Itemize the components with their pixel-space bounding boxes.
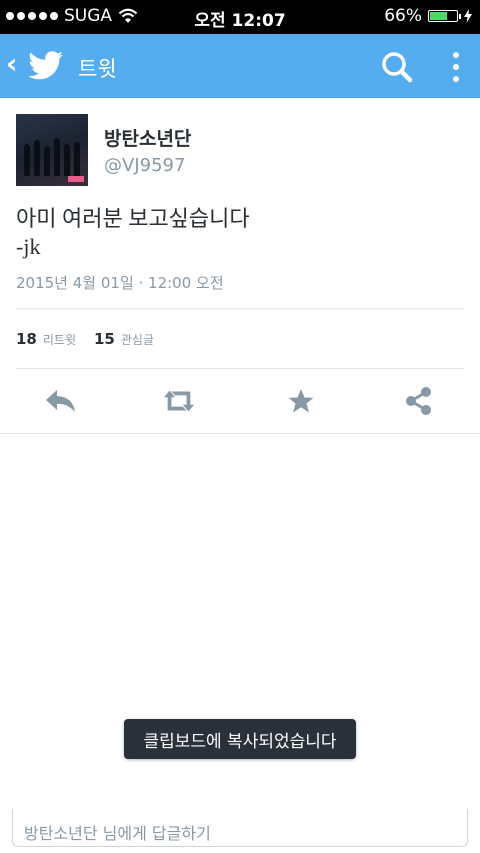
search-button[interactable] (380, 50, 414, 84)
status-bar: SUGA 오전 12:07 66% (0, 0, 480, 34)
copied-toast: 클립보드에 복사되었습니다 (124, 719, 356, 759)
user-name[interactable]: 방탄소년단 (104, 124, 191, 151)
battery-percent: 66% (384, 6, 422, 26)
divider (0, 433, 480, 434)
tweet-stats: 18 리트윗 15 관심글 (16, 330, 172, 348)
page-title: 트윗 (78, 57, 117, 81)
tweet-timestamp: 2015년 4월 01일 · 12:00 오전 (16, 274, 224, 292)
share-icon (406, 387, 431, 415)
reply-bar: 방탄소년단 님에게 답글하기 (0, 799, 480, 853)
nav-bar: ‹ 트윗 (0, 34, 480, 98)
star-icon (288, 389, 314, 413)
share-button[interactable] (402, 386, 436, 416)
retweet-count[interactable]: 18 (16, 330, 37, 348)
toast-message: 클립보드에 복사되었습니다 (143, 731, 337, 752)
charging-bolt-icon (464, 9, 472, 23)
favorite-button[interactable] (284, 386, 318, 416)
search-icon (382, 52, 413, 83)
more-vertical-icon[interactable] (444, 50, 468, 84)
back-button[interactable]: ‹ (6, 50, 18, 78)
chevron-left-icon: ‹ (6, 47, 18, 80)
twitter-bird-icon[interactable] (28, 51, 64, 81)
favorite-count[interactable]: 15 (94, 330, 115, 348)
divider (16, 368, 464, 369)
reply-button[interactable] (44, 386, 78, 416)
retweet-icon (163, 390, 195, 412)
favorite-label[interactable]: 관심글 (121, 331, 154, 348)
status-right: 66% (384, 6, 472, 26)
reply-placeholder[interactable]: 방탄소년단 님에게 답글하기 (24, 820, 211, 844)
tweet-text: 아미 여러분 보고싶습니다 -jk (16, 205, 250, 261)
battery-fill (430, 12, 448, 20)
divider (16, 308, 464, 309)
battery-icon (428, 10, 461, 22)
reply-icon (46, 390, 75, 412)
avatar[interactable] (16, 114, 88, 186)
tweet-text-line: -jk (16, 234, 41, 259)
tweet-text-line: 아미 여러분 보고싶습니다 (16, 206, 250, 231)
user-handle[interactable]: @VJ9597 (104, 155, 185, 176)
retweet-button[interactable] (162, 386, 196, 416)
retweet-label[interactable]: 리트윗 (43, 331, 76, 348)
